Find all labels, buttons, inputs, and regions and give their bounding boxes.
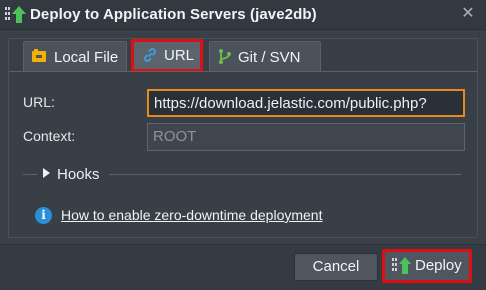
tab-local-file-label: Local File	[54, 49, 119, 66]
deploy-panel: Local File URL Git / SVN URL: https://do…	[8, 38, 478, 238]
deploy-button[interactable]: Deploy	[382, 249, 472, 283]
archive-icon	[32, 49, 46, 62]
tab-url[interactable]: URL	[131, 39, 203, 72]
tab-url-label: URL	[164, 47, 195, 64]
deploy-arrow-icon	[392, 257, 411, 274]
hooks-section: Hooks	[23, 165, 463, 185]
tab-git-svn-label: Git / SVN	[238, 49, 301, 66]
hooks-toggle[interactable]: Hooks	[57, 166, 100, 183]
deploy-dialog: Deploy to Application Servers (jave2db) …	[0, 0, 486, 290]
deploy-arrow-icon	[5, 6, 26, 23]
zero-downtime-help-link[interactable]: How to enable zero-downtime deployment	[61, 207, 322, 223]
close-icon[interactable]: ✕	[460, 6, 476, 22]
hooks-divider-left	[23, 174, 37, 175]
url-label: URL:	[23, 94, 55, 110]
tab-git-svn[interactable]: Git / SVN	[209, 41, 321, 71]
tab-divider	[9, 71, 477, 72]
cancel-button[interactable]: Cancel	[294, 253, 378, 281]
url-input[interactable]: https://download.jelastic.com/public.php…	[147, 89, 465, 117]
link-icon	[144, 48, 156, 62]
info-icon: i	[35, 207, 52, 224]
dialog-footer: Cancel Deploy	[0, 244, 486, 290]
context-label: Context:	[23, 128, 76, 144]
expand-arrow-icon[interactable]	[43, 168, 50, 178]
deploy-button-label: Deploy	[415, 257, 462, 274]
context-input[interactable]: ROOT	[147, 123, 465, 151]
dialog-title: Deploy to Application Servers (jave2db)	[30, 6, 317, 23]
tab-local-file[interactable]: Local File	[23, 41, 127, 71]
dialog-titlebar: Deploy to Application Servers (jave2db) …	[0, 0, 486, 30]
hooks-divider-right	[109, 174, 461, 175]
git-branch-icon	[219, 49, 231, 64]
